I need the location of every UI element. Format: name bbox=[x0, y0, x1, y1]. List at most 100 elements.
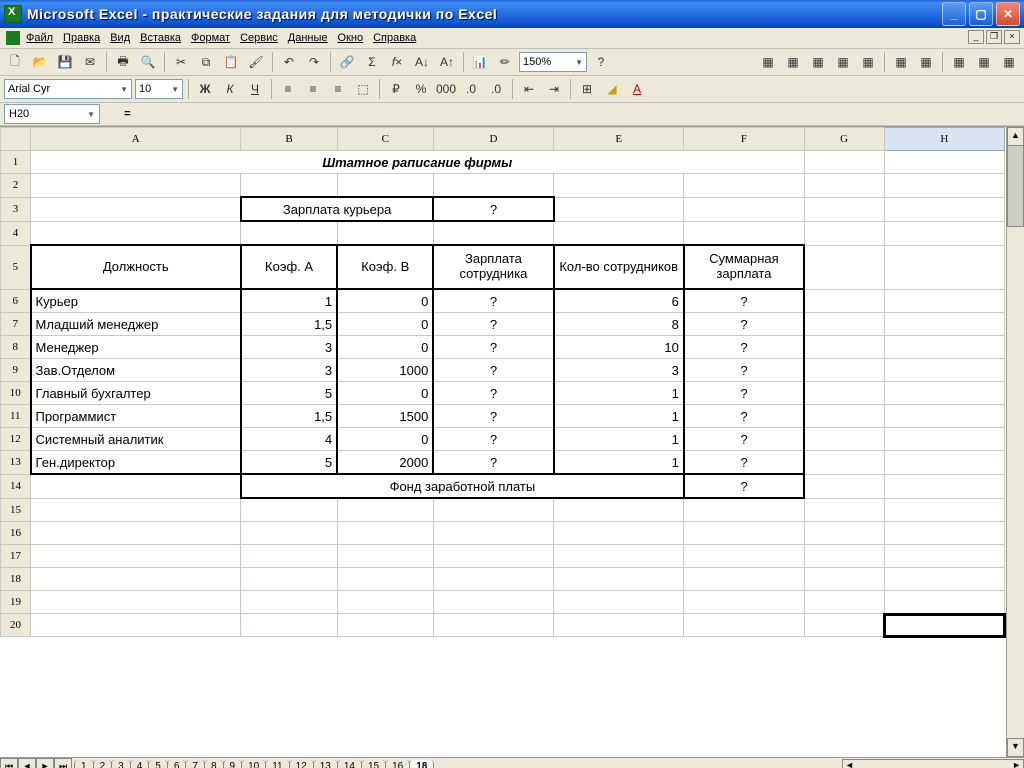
salary-value[interactable]: ? bbox=[433, 197, 553, 221]
hdr-D[interactable]: Зарплата сотрудника bbox=[433, 245, 553, 289]
hyperlink-icon[interactable]: 🔗 bbox=[336, 51, 358, 73]
fill-color-icon[interactable]: ◢ bbox=[601, 78, 623, 100]
hdr-F[interactable]: Суммарная зарплата bbox=[684, 245, 804, 289]
cell-F8[interactable]: ? bbox=[684, 336, 804, 359]
cell-A10[interactable]: Главный бухгалтер bbox=[31, 382, 241, 405]
help-icon[interactable]: ? bbox=[590, 51, 612, 73]
cell-B9[interactable]: 3 bbox=[241, 359, 337, 382]
row-4[interactable]: 4 bbox=[1, 221, 31, 245]
row-10[interactable]: 10 bbox=[1, 382, 31, 405]
col-D[interactable]: D bbox=[433, 128, 553, 151]
increase-decimal-icon[interactable]: .0 bbox=[460, 78, 482, 100]
cell-B6[interactable]: 1 bbox=[241, 289, 337, 313]
menu-view[interactable]: Вид bbox=[110, 32, 130, 44]
row-11[interactable]: 11 bbox=[1, 405, 31, 428]
row-8[interactable]: 8 bbox=[1, 336, 31, 359]
row-5[interactable]: 5 bbox=[1, 245, 31, 289]
mdi-close[interactable]: × bbox=[1004, 30, 1020, 44]
cell-A11[interactable]: Программист bbox=[31, 405, 241, 428]
print-icon[interactable]: 🖶 bbox=[112, 51, 134, 73]
sheet-tab-12[interactable]: 12 bbox=[289, 760, 314, 768]
sheet-tab-14[interactable]: 14 bbox=[337, 760, 362, 768]
extra-tool-1[interactable]: ▦ bbox=[757, 51, 779, 73]
font-color-icon[interactable]: A bbox=[626, 78, 648, 100]
col-H[interactable]: H bbox=[884, 128, 1004, 151]
scroll-down-icon[interactable]: ▼ bbox=[1007, 738, 1024, 757]
sheet-tab-7[interactable]: 7 bbox=[185, 760, 205, 768]
paste-icon[interactable]: 📋 bbox=[220, 51, 242, 73]
align-center-icon[interactable]: ≡ bbox=[302, 78, 324, 100]
save-icon[interactable]: 💾 bbox=[54, 51, 76, 73]
cell-E13[interactable]: 1 bbox=[554, 451, 684, 475]
hdr-E[interactable]: Кол-во сотрудников bbox=[554, 245, 684, 289]
col-F[interactable]: F bbox=[684, 128, 804, 151]
sheet-tab-15[interactable]: 15 bbox=[361, 760, 386, 768]
col-B[interactable]: B bbox=[241, 128, 337, 151]
cell-C8[interactable]: 0 bbox=[337, 336, 433, 359]
cell-C9[interactable]: 1000 bbox=[337, 359, 433, 382]
cell-C13[interactable]: 2000 bbox=[337, 451, 433, 475]
sheet-tab-5[interactable]: 5 bbox=[148, 760, 168, 768]
cell-E12[interactable]: 1 bbox=[554, 428, 684, 451]
active-cell-H20[interactable] bbox=[884, 614, 1004, 637]
sheet-tab-4[interactable]: 4 bbox=[130, 760, 150, 768]
hdr-B[interactable]: Коэф. А bbox=[241, 245, 337, 289]
cell-D11[interactable]: ? bbox=[433, 405, 553, 428]
extra-tool-5[interactable]: ▦ bbox=[857, 51, 879, 73]
extra-tool-6[interactable]: ▦ bbox=[890, 51, 912, 73]
col-G[interactable]: G bbox=[804, 128, 884, 151]
salary-label[interactable]: Зарплата курьера bbox=[241, 197, 433, 221]
cell-E7[interactable]: 8 bbox=[554, 313, 684, 336]
cut-icon[interactable]: ✂ bbox=[170, 51, 192, 73]
extra-tool-2[interactable]: ▦ bbox=[782, 51, 804, 73]
row-3[interactable]: 3 bbox=[1, 197, 31, 221]
cell-B7[interactable]: 1,5 bbox=[241, 313, 337, 336]
menu-file[interactable]: Файл bbox=[26, 32, 53, 44]
cell-A7[interactable]: Младший менеджер bbox=[31, 313, 241, 336]
decrease-indent-icon[interactable]: ⇤ bbox=[518, 78, 540, 100]
cell-F7[interactable]: ? bbox=[684, 313, 804, 336]
italic-icon[interactable]: К bbox=[219, 78, 241, 100]
row-19[interactable]: 19 bbox=[1, 591, 31, 614]
scroll-up-icon[interactable]: ▲ bbox=[1007, 127, 1024, 146]
menu-tools[interactable]: Сервис bbox=[240, 32, 278, 44]
cell-E8[interactable]: 10 bbox=[554, 336, 684, 359]
hdr-A[interactable]: Должность bbox=[31, 245, 241, 289]
undo-icon[interactable]: ↶ bbox=[278, 51, 300, 73]
cell-F13[interactable]: ? bbox=[684, 451, 804, 475]
row-14[interactable]: 14 bbox=[1, 474, 31, 498]
new-icon[interactable]: 🗋 bbox=[4, 51, 26, 73]
copy-icon[interactable]: ⧉ bbox=[195, 51, 217, 73]
menu-help[interactable]: Справка bbox=[373, 32, 416, 44]
row-20[interactable]: 20 bbox=[1, 614, 31, 637]
tab-next-icon[interactable]: ► bbox=[36, 758, 54, 768]
cell-D7[interactable]: ? bbox=[433, 313, 553, 336]
redo-icon[interactable]: ↷ bbox=[303, 51, 325, 73]
function-icon[interactable]: f× bbox=[386, 51, 408, 73]
cell-B12[interactable]: 4 bbox=[241, 428, 337, 451]
cell-E11[interactable]: 1 bbox=[554, 405, 684, 428]
col-A[interactable]: A bbox=[31, 128, 241, 151]
sheet-tab-6[interactable]: 6 bbox=[167, 760, 187, 768]
sheet-tab-8[interactable]: 8 bbox=[204, 760, 224, 768]
row-1[interactable]: 1 bbox=[1, 151, 31, 174]
row-12[interactable]: 12 bbox=[1, 428, 31, 451]
menu-edit[interactable]: Правка bbox=[63, 32, 100, 44]
comma-icon[interactable]: 000 bbox=[435, 78, 457, 100]
cell-D6[interactable]: ? bbox=[433, 289, 553, 313]
mail-icon[interactable]: ✉ bbox=[79, 51, 101, 73]
drawing-icon[interactable]: ✏ bbox=[494, 51, 516, 73]
tab-first-icon[interactable]: ⏮ bbox=[0, 758, 18, 768]
align-right-icon[interactable]: ≡ bbox=[327, 78, 349, 100]
row-6[interactable]: 6 bbox=[1, 289, 31, 313]
row-18[interactable]: 18 bbox=[1, 568, 31, 591]
sheet-tab-9[interactable]: 9 bbox=[223, 760, 243, 768]
footer-label[interactable]: Фонд заработной платы bbox=[241, 474, 684, 498]
row-2[interactable]: 2 bbox=[1, 174, 31, 198]
tab-prev-icon[interactable]: ◄ bbox=[18, 758, 36, 768]
cell-D10[interactable]: ? bbox=[433, 382, 553, 405]
align-left-icon[interactable]: ≡ bbox=[277, 78, 299, 100]
cell-F10[interactable]: ? bbox=[684, 382, 804, 405]
footer-value[interactable]: ? bbox=[684, 474, 804, 498]
col-C[interactable]: C bbox=[337, 128, 433, 151]
